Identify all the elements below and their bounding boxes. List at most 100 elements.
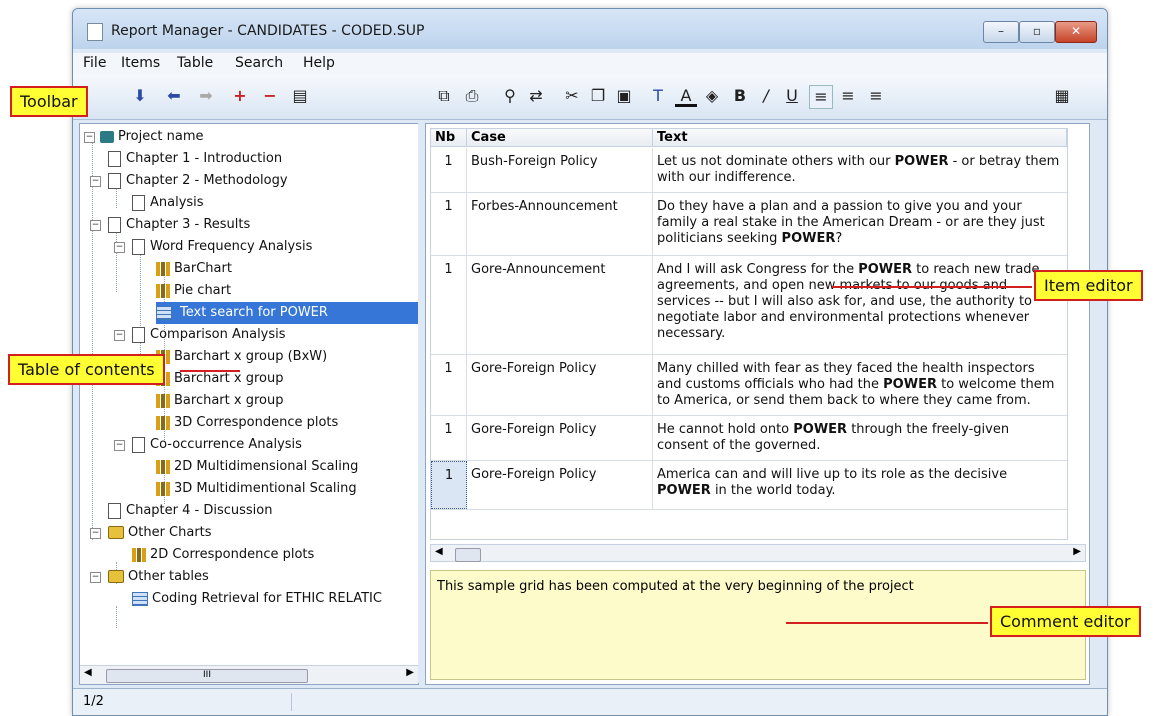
- text-cell[interactable]: Let us not dominate others with our POWE…: [653, 148, 1067, 192]
- table-row[interactable]: 1 Gore-Announcement And I will ask Congr…: [431, 256, 1067, 355]
- table-row[interactable]: 1 Gore-Foreign Policy America can and wi…: [431, 461, 1067, 510]
- scroll-thumb[interactable]: [455, 548, 481, 562]
- cut-icon[interactable]: ✂: [561, 85, 583, 107]
- tree-item-2d-mds[interactable]: 2D Multidimensional Scaling: [156, 456, 358, 478]
- callout-line-toc: [180, 370, 240, 372]
- document-icon: [132, 326, 145, 343]
- bar-chart-icon: [156, 283, 170, 298]
- close-button[interactable]: ✕: [1055, 21, 1097, 43]
- replace-icon[interactable]: ⇄: [525, 85, 547, 107]
- tree-item-chapter3[interactable]: − Chapter 3 - Results: [90, 214, 250, 236]
- underline-icon[interactable]: U: [781, 85, 803, 107]
- nb-cell: 1: [431, 148, 467, 192]
- menu-items[interactable]: Items: [121, 55, 160, 71]
- menu-help[interactable]: Help: [303, 55, 335, 71]
- find-icon[interactable]: ⚲: [499, 85, 521, 107]
- scroll-left-icon[interactable]: ◀: [435, 546, 443, 557]
- tree-item-chapter4[interactable]: Chapter 4 - Discussion: [108, 500, 272, 522]
- scroll-right-icon[interactable]: ▶: [406, 667, 414, 678]
- print-icon[interactable]: ⎙: [461, 85, 483, 107]
- tree-horizontal-scrollbar[interactable]: ◀ III ▶: [80, 665, 418, 684]
- tree-item-comparison[interactable]: − Comparison Analysis: [114, 324, 286, 346]
- bar-chart-icon: [156, 415, 170, 430]
- table-row[interactable]: 1 Bush-Foreign Policy Let us not dominat…: [431, 148, 1067, 193]
- bar-chart-icon: [156, 393, 170, 408]
- highlight-icon[interactable]: ◈: [701, 85, 723, 107]
- text-cell[interactable]: Do they have a plan and a passion to giv…: [653, 193, 1067, 255]
- bar-chart-icon: [156, 481, 170, 496]
- tree-item-3d-mds[interactable]: 3D Multidimentional Scaling: [156, 478, 357, 500]
- case-cell: Bush-Foreign Policy: [467, 148, 653, 192]
- table-row[interactable]: 1 Gore-Foreign Policy Many chilled with …: [431, 355, 1067, 416]
- menu-file[interactable]: File: [83, 55, 106, 71]
- nb-cell: 1: [431, 193, 467, 255]
- menu-search[interactable]: Search: [235, 55, 283, 71]
- book-icon: [100, 130, 114, 143]
- tree-item-coding-retrieval[interactable]: Coding Retrieval for ETHIC RELATIC: [132, 588, 382, 610]
- tree-item-chapter1[interactable]: Chapter 1 - Introduction: [108, 148, 282, 170]
- table-row[interactable]: 1 Gore-Foreign Policy He cannot hold ont…: [431, 416, 1067, 461]
- align-left-icon[interactable]: ≡: [809, 85, 833, 109]
- callout-item-editor: Item editor: [1034, 270, 1143, 301]
- minus-icon[interactable]: −: [259, 85, 281, 107]
- grid-horizontal-scrollbar[interactable]: ◀ ▶: [430, 544, 1086, 562]
- comment-editor[interactable]: This sample grid has been computed at th…: [430, 570, 1086, 680]
- scroll-right-icon[interactable]: ▶: [1073, 546, 1081, 557]
- folder-icon: [108, 570, 124, 583]
- text-cell[interactable]: America can and will live up to its role…: [653, 461, 1067, 509]
- nb-cell: 1: [431, 416, 467, 460]
- arrow-right-icon[interactable]: ➡: [195, 85, 217, 107]
- copy-icon[interactable]: ⧉: [433, 85, 455, 107]
- export-icon[interactable]: ▤: [289, 85, 311, 107]
- italic-icon[interactable]: /: [755, 85, 777, 107]
- tree-item-analysis[interactable]: Analysis: [132, 192, 204, 214]
- document-icon: [108, 502, 121, 519]
- menu-bar: File Items Table Search Help: [73, 53, 1107, 75]
- font-color-icon[interactable]: A: [675, 85, 697, 107]
- table-settings-icon[interactable]: ▦: [1051, 85, 1073, 107]
- table-of-contents-tree: − Project name Chapter 1 - Introduction −…: [79, 123, 419, 685]
- tree-item-other-charts[interactable]: − Other Charts: [90, 522, 212, 544]
- tree-item-barchart-bxw[interactable]: Barchart x group (BxW): [156, 346, 327, 368]
- nb-cell[interactable]: 1: [431, 461, 467, 509]
- nb-cell: 1: [431, 256, 467, 354]
- tree-item-3d-correspondence[interactable]: 3D Correspondence plots: [156, 412, 338, 434]
- arrow-left-icon[interactable]: ⬅: [163, 85, 185, 107]
- copy-doc-icon[interactable]: ❐: [587, 85, 609, 107]
- text-cell[interactable]: Many chilled with fear as they faced the…: [653, 355, 1067, 415]
- text-cell[interactable]: And I will ask Congress for the POWER to…: [653, 256, 1067, 354]
- column-header-text[interactable]: Text: [653, 129, 1067, 147]
- tree-item-barchart-group-2[interactable]: Barchart x group: [156, 390, 283, 412]
- table-row[interactable]: 1 Forbes-Announcement Do they have a pla…: [431, 193, 1067, 256]
- tree-item-other-tables[interactable]: − Other tables: [90, 566, 209, 588]
- tree-item-chapter2[interactable]: − Chapter 2 - Methodology: [90, 170, 288, 192]
- item-editor-pane: Nb Case Text 1 Bush-Foreign Policy Let u…: [425, 123, 1090, 685]
- plus-icon[interactable]: +: [229, 85, 251, 107]
- align-right-icon[interactable]: ≡: [865, 85, 887, 107]
- pane-splitter[interactable]: [418, 123, 424, 683]
- align-center-icon[interactable]: ≡: [837, 85, 859, 107]
- bold-icon[interactable]: B: [729, 85, 751, 107]
- tree-item-piechart[interactable]: Pie chart: [156, 280, 231, 302]
- text-cell[interactable]: He cannot hold onto POWER through the fr…: [653, 416, 1067, 460]
- bar-chart-icon: [156, 261, 170, 276]
- column-header-nb[interactable]: Nb: [431, 129, 467, 147]
- tree-item-2d-correspondence[interactable]: 2D Correspondence plots: [132, 544, 314, 566]
- scroll-left-icon[interactable]: ◀: [84, 667, 92, 678]
- tree-item-word-frequency[interactable]: − Word Frequency Analysis: [114, 236, 312, 258]
- scroll-thumb[interactable]: III: [106, 669, 308, 683]
- column-header-case[interactable]: Case: [467, 129, 653, 147]
- maximize-button[interactable]: ▫: [1019, 21, 1055, 43]
- tree-item-barchart[interactable]: BarChart: [156, 258, 232, 280]
- tree-item-text-search[interactable]: Text search for POWER: [156, 302, 418, 324]
- font-icon[interactable]: T: [647, 85, 669, 107]
- results-grid: Nb Case Text 1 Bush-Foreign Policy Let u…: [430, 128, 1068, 540]
- report-manager-window: Report Manager - CANDIDATES - CODED.SUP …: [72, 8, 1108, 716]
- tree-item-project[interactable]: − Project name: [84, 126, 203, 148]
- case-cell: Gore-Foreign Policy: [467, 461, 653, 509]
- paste-icon[interactable]: ▣: [613, 85, 635, 107]
- minimize-button[interactable]: –: [983, 21, 1019, 43]
- arrow-down-icon[interactable]: ⬇: [129, 85, 151, 107]
- menu-table[interactable]: Table: [177, 55, 213, 71]
- tree-item-cooccurrence[interactable]: − Co-occurrence Analysis: [114, 434, 302, 456]
